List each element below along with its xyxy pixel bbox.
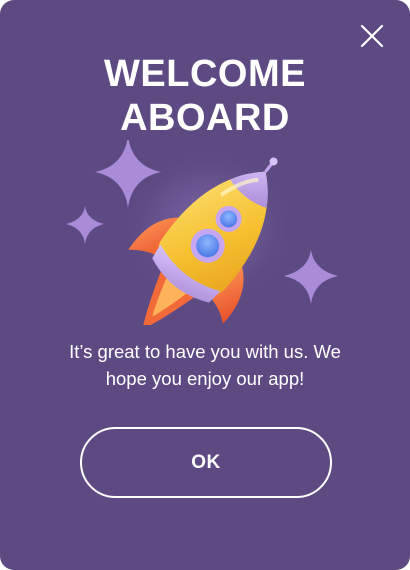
dialog-title: WELCOME ABOARD [0, 52, 410, 140]
sparkle-icon [66, 206, 104, 244]
welcome-dialog: WELCOME ABOARD It’s great to have you wi… [0, 0, 410, 570]
welcome-message: It’s great to have you with us. We hope … [40, 338, 370, 392]
message-line1: It’s great to have you with us. We [69, 341, 341, 362]
sparkle-icon [284, 250, 338, 304]
close-icon[interactable] [358, 22, 386, 50]
ok-button[interactable]: OK [80, 427, 332, 498]
dialog-title-line1: WELCOME [104, 53, 306, 95]
rocket-illustration [66, 140, 338, 325]
message-line2: hope you enjoy our app! [105, 368, 305, 389]
dialog-title-line2: ABOARD [120, 97, 290, 139]
